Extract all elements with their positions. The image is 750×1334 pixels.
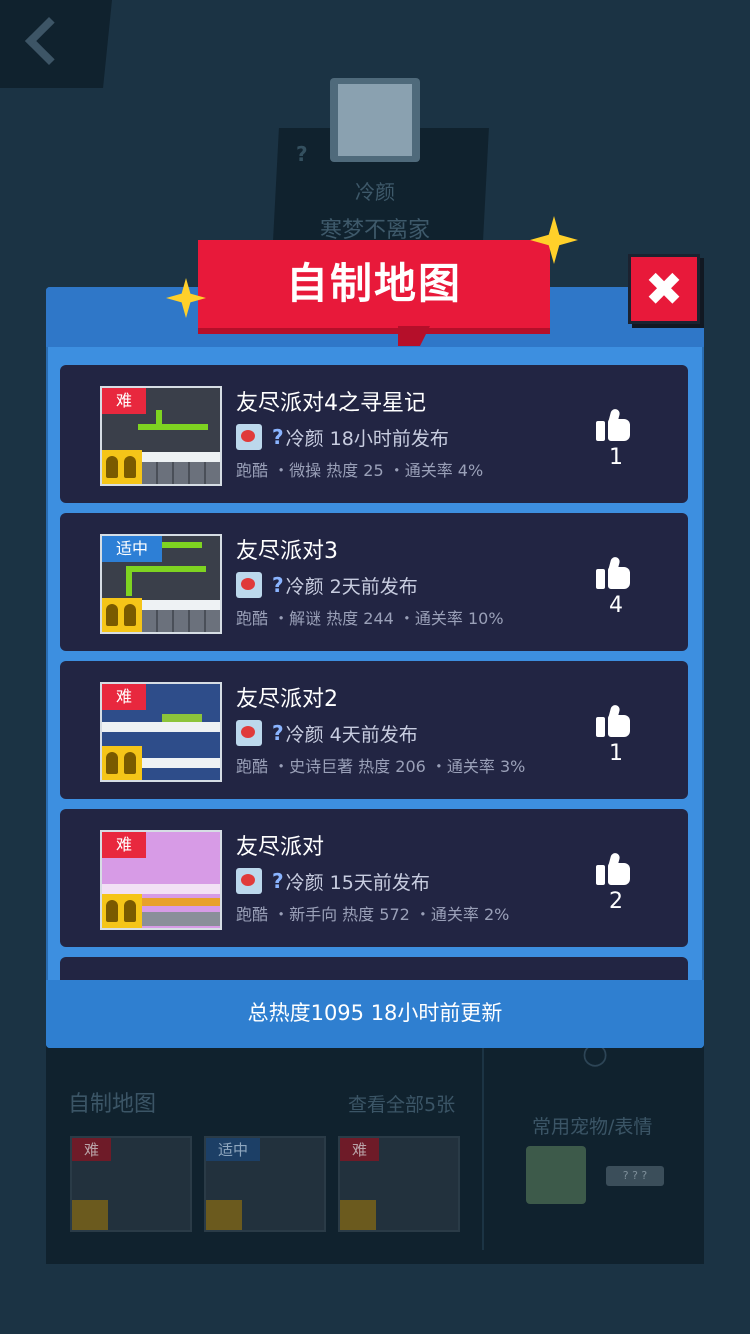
background-section-title: 自制地图 bbox=[68, 1092, 157, 1117]
question-mark-icon: ? bbox=[272, 425, 284, 449]
close-button[interactable]: ✖ bbox=[628, 254, 700, 324]
back-button[interactable] bbox=[0, 0, 112, 88]
map-thumbnail: 难 bbox=[100, 682, 222, 782]
like-count: 1 bbox=[609, 445, 623, 470]
like-count: 1 bbox=[609, 741, 623, 766]
author-row: ? 冷颜 15天前发布 bbox=[236, 867, 430, 895]
close-icon: ✖ bbox=[644, 262, 684, 316]
author-row: ? 冷颜 18小时前发布 bbox=[236, 423, 449, 451]
map-card[interactable] bbox=[60, 957, 688, 980]
multiplayer-icon bbox=[102, 598, 142, 632]
map-thumbnail: 适中 bbox=[100, 534, 222, 634]
question-mark-icon: ? bbox=[296, 142, 308, 166]
difficulty-badge: 适中 bbox=[102, 536, 163, 562]
pet-placeholder: ? ? ? bbox=[606, 1166, 664, 1186]
map-card[interactable]: 难 友尽派对 ? 冷颜 15天前发布 跑酷 ・新手向 热度 572 ・通关率 2… bbox=[60, 809, 688, 947]
thumbs-up-icon[interactable] bbox=[596, 556, 636, 589]
author-avatar bbox=[236, 868, 262, 894]
map-title: 友尽派对4之寻星记 bbox=[236, 391, 426, 416]
background-map-thumb[interactable]: 难 bbox=[70, 1136, 192, 1232]
map-title: 友尽派对 bbox=[236, 835, 325, 860]
multiplayer-icon bbox=[102, 746, 142, 780]
difficulty-tag: 适中 bbox=[206, 1138, 261, 1161]
author-avatar bbox=[236, 424, 262, 450]
multiplayer-icon bbox=[102, 450, 142, 484]
map-meta: 跑酷 ・微操 热度 25 ・通关率 4% bbox=[236, 461, 484, 480]
pets-label: 常用宠物/表情 bbox=[532, 1116, 653, 1138]
multiplayer-icon bbox=[102, 894, 142, 928]
background-map-thumb[interactable]: 适中 bbox=[204, 1136, 326, 1232]
map-list[interactable]: 难 友尽派对4之寻星记 ? 冷颜 18小时前发布 跑酷 ・微操 热度 25 ・通… bbox=[60, 365, 690, 980]
background-map-thumb[interactable]: 难 bbox=[338, 1136, 460, 1232]
difficulty-tag: 难 bbox=[72, 1138, 112, 1161]
author-info: 冷颜 2天前发布 bbox=[285, 575, 418, 598]
question-mark-icon: ? bbox=[272, 573, 284, 597]
modal-title: 自制地图 bbox=[285, 259, 462, 308]
map-card[interactable]: 适中 友尽派对3 ? 冷颜 2天前发布 跑酷 ・解谜 热度 244 ・通关率 1… bbox=[60, 513, 688, 651]
question-mark-icon: ? bbox=[272, 721, 284, 745]
difficulty-tag: 难 bbox=[340, 1138, 380, 1161]
map-card[interactable]: 难 友尽派对4之寻星记 ? 冷颜 18小时前发布 跑酷 ・微操 热度 25 ・通… bbox=[60, 365, 688, 503]
thumbs-up-icon[interactable] bbox=[596, 704, 636, 737]
banner-tail bbox=[398, 326, 430, 346]
map-title: 友尽派对3 bbox=[236, 539, 338, 564]
question-mark-icon: ? bbox=[272, 869, 284, 893]
like-count: 2 bbox=[609, 889, 623, 914]
profile-avatar bbox=[330, 78, 420, 162]
map-meta: 跑酷 ・史诗巨著 热度 206 ・通关率 3% bbox=[236, 757, 526, 776]
map-title: 友尽派对2 bbox=[236, 687, 338, 712]
difficulty-badge: 难 bbox=[102, 388, 147, 414]
difficulty-badge: 难 bbox=[102, 832, 147, 858]
author-avatar bbox=[236, 572, 262, 598]
view-all-link[interactable]: 查看全部5张 bbox=[348, 1090, 455, 1117]
map-meta: 跑酷 ・解谜 热度 244 ・通关率 10% bbox=[236, 609, 504, 628]
author-avatar bbox=[236, 720, 262, 746]
pet-avatar[interactable] bbox=[526, 1146, 586, 1204]
author-row: ? 冷颜 2天前发布 bbox=[236, 571, 418, 599]
thumbs-up-icon[interactable] bbox=[596, 852, 636, 885]
thumbs-up-icon[interactable] bbox=[596, 408, 636, 441]
difficulty-badge: 难 bbox=[102, 684, 147, 710]
map-card[interactable]: 难 友尽派对2 ? 冷颜 4天前发布 跑酷 ・史诗巨著 热度 206 ・通关率 … bbox=[60, 661, 688, 799]
author-info: 冷颜 4天前发布 bbox=[285, 723, 418, 746]
author-info: 冷颜 18小时前发布 bbox=[285, 427, 449, 450]
map-thumbnail: 难 bbox=[100, 386, 222, 486]
like-count: 4 bbox=[609, 593, 623, 618]
chevron-left-icon bbox=[24, 16, 74, 66]
map-meta: 跑酷 ・新手向 热度 572 ・通关率 2% bbox=[236, 905, 510, 924]
profile-name: 冷颜 bbox=[355, 180, 395, 204]
total-heat-footer: 总热度1095 18小时前更新 bbox=[46, 980, 704, 1048]
author-info: 冷颜 15天前发布 bbox=[285, 871, 430, 894]
map-thumbnail: 难 bbox=[100, 830, 222, 930]
author-row: ? 冷颜 4天前发布 bbox=[236, 719, 418, 747]
